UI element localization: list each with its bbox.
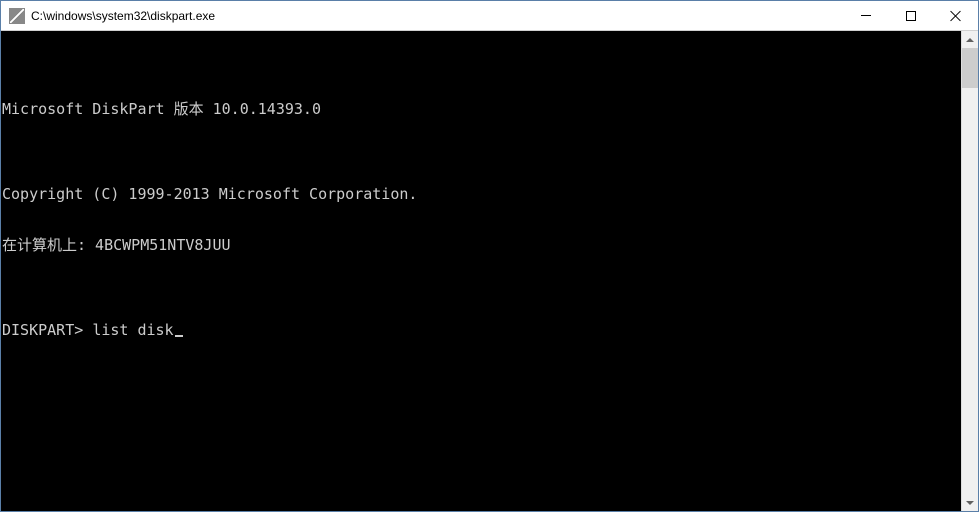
scroll-up-button[interactable] (962, 31, 978, 48)
chevron-down-icon (966, 501, 974, 505)
terminal-output[interactable]: Microsoft DiskPart 版本 10.0.14393.0 Copyr… (1, 31, 961, 511)
window-controls (843, 1, 978, 30)
scrollbar-track[interactable] (962, 48, 978, 494)
app-icon (9, 8, 25, 24)
close-icon (950, 10, 962, 22)
terminal-line: Copyright (C) 1999-2013 Microsoft Corpor… (1, 186, 961, 203)
app-window: C:\windows\system32\diskpart.exe Microso… (0, 0, 979, 512)
client-area: Microsoft DiskPart 版本 10.0.14393.0 Copyr… (1, 31, 978, 511)
minimize-button[interactable] (843, 1, 888, 30)
minimize-icon (861, 15, 871, 16)
scrollbar-thumb[interactable] (962, 48, 978, 88)
terminal-line: 在计算机上: 4BCWPM51NTV8JUU (1, 237, 961, 254)
window-title: C:\windows\system32\diskpart.exe (31, 9, 843, 23)
scroll-down-button[interactable] (962, 494, 978, 511)
vertical-scrollbar[interactable] (961, 31, 978, 511)
maximize-icon (906, 11, 916, 21)
close-button[interactable] (933, 1, 978, 30)
terminal-prompt-line: DISKPART> list disk (1, 322, 961, 339)
terminal-line: Microsoft DiskPart 版本 10.0.14393.0 (1, 101, 961, 118)
chevron-up-icon (966, 38, 974, 42)
command-text: list disk (92, 321, 173, 339)
prompt: DISKPART> (2, 321, 92, 339)
maximize-button[interactable] (888, 1, 933, 30)
titlebar[interactable]: C:\windows\system32\diskpart.exe (1, 1, 978, 31)
cursor (175, 335, 183, 337)
